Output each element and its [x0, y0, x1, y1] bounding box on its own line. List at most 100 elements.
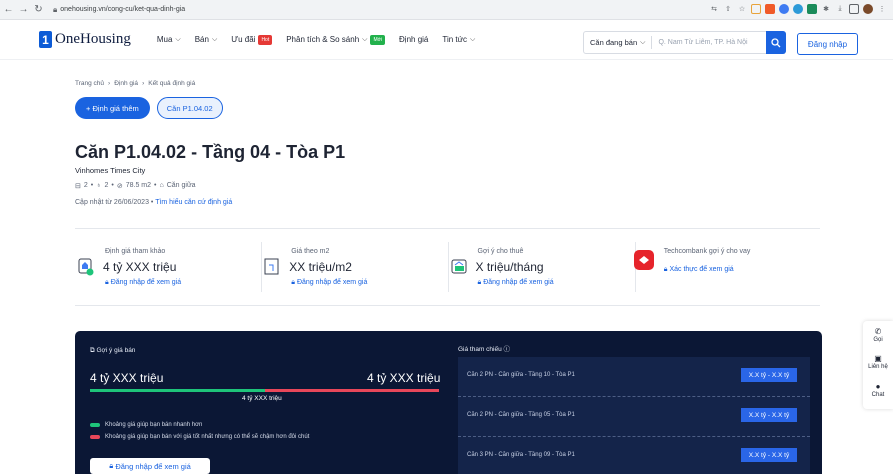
logo[interactable]: 1 OneHousing [39, 31, 131, 48]
area-icon: ⊘ [116, 183, 123, 190]
login-to-view-link[interactable]: 🔒︎ Đăng nhập để xem giá [291, 279, 367, 287]
breadcrumb: Trang chủ › Định giá › Kết quả định giá [75, 80, 195, 87]
reference-row[interactable]: Căn 3 PN - Căn giữa - Tầng 09 - Tòa P1 X… [458, 437, 810, 474]
bookmark-star-icon[interactable]: ☆ [737, 4, 747, 14]
red-legend-swatch [90, 435, 100, 439]
valuation-basis-link[interactable]: Tìm hiểu căn cứ định giá [155, 199, 232, 206]
updated-line: Cập nhật từ 26/06/2023 • Tìm hiểu căn cứ… [75, 199, 233, 206]
verify-to-view-link[interactable]: 🔒︎ Xác thực để xem giá [664, 266, 734, 274]
search-icon [771, 37, 781, 47]
login-button[interactable]: Đăng nhập [797, 33, 858, 55]
lock-icon[interactable]: 🔒︎ [53, 5, 57, 15]
breadcrumb-valuation[interactable]: Định giá [114, 80, 138, 87]
browser-toolbar: ← → ↻ 🔒︎ onehousing.vn/cong-cu/ket-qua-d… [0, 0, 893, 20]
reload-icon[interactable]: ↻ [32, 4, 45, 15]
fast-sale-range-bar [90, 389, 265, 392]
reference-title: Giá tham chiếu ⓘ [458, 346, 511, 353]
stat-price-per-m2: Giá theo m2 XX triệu/m2 🔒︎ Đăng nhập để … [261, 242, 447, 292]
price-low: 4 tỷ XXX triệu [90, 371, 164, 385]
back-icon[interactable]: ← [2, 4, 15, 15]
hot-badge: Hot [258, 34, 273, 45]
chat-button[interactable]: ● Chat [863, 382, 893, 398]
extension-icon[interactable] [751, 4, 761, 14]
extension-icon[interactable] [793, 4, 803, 14]
lock-icon: 🔒︎ [663, 266, 668, 273]
separator: • [90, 182, 94, 189]
profile-avatar[interactable] [863, 4, 873, 14]
breadcrumb-home[interactable]: Trang chủ [75, 80, 104, 87]
chevron-down-icon[interactable]: ⌵ [640, 39, 645, 47]
reference-row[interactable]: Căn 2 PN - Căn giữa - Tầng 05 - Tòa P1 X… [458, 397, 810, 437]
chevron-down-icon: ⌵ [470, 35, 476, 43]
share-icon[interactable]: ⇧ [723, 4, 733, 14]
reference-price-badge: X.X tỷ - X.X tỷ [741, 408, 797, 422]
valuation-stats: Định giá tham khảo 4 tỷ XXX triệu 🔒︎ Đăn… [75, 242, 820, 292]
login-to-view-link[interactable]: 🔒︎ Đăng nhập để xem giá [478, 279, 554, 287]
stat-loan-suggestion: Techcombank gợi ý cho vay 🔒︎ Xác thực để… [633, 242, 820, 292]
add-valuation-button[interactable]: + Định giá thêm [75, 97, 150, 119]
chevron-down-icon: ⌵ [362, 35, 368, 43]
nav-analysis[interactable]: Phân tích & So sánh ⌵ Mới [286, 34, 386, 45]
puzzle-icon[interactable]: ✱ [821, 4, 831, 14]
lock-icon: 🔒︎ [105, 279, 109, 286]
extensions-bar: ⇆ ⇧ ☆ ✱ ⤓ ⋮ [709, 4, 887, 14]
nav-sell[interactable]: Bán ⌵ [195, 35, 218, 44]
nav-news[interactable]: Tin tức ⌵ [442, 35, 475, 44]
nav-promotions[interactable]: Ưu đãi Hot [231, 34, 273, 45]
extension-icon[interactable] [807, 4, 817, 14]
extension-icon[interactable] [779, 4, 789, 14]
address-bar[interactable]: onehousing.vn/cong-cu/ket-qua-dinh-gia [60, 6, 185, 13]
call-button[interactable]: ✆ Gọi [863, 327, 893, 343]
page-title: Căn P1.04.02 - Tầng 04 - Tòa P1 [75, 142, 346, 162]
project-name: Vinhomes Times City [75, 166, 146, 175]
search-button[interactable] [766, 31, 786, 54]
separator: • [111, 182, 114, 189]
floating-contact-bar: ✆ Gọi ▣ Liên hệ ● Chat [863, 321, 893, 409]
updated-text: Cập nhật từ 26/06/2023 [75, 199, 149, 206]
house-check-icon [78, 258, 94, 276]
info-icon[interactable]: ⓘ [504, 346, 511, 353]
login-to-view-button[interactable]: 🔒︎ Đăng nhập để xem giá [90, 458, 210, 474]
bathrooms-value: 2 [104, 182, 109, 189]
reference-price-badge: X.X tỷ - X.X tỷ [741, 368, 797, 382]
best-price-range-bar [265, 389, 439, 392]
chat-icon: ● [875, 382, 881, 391]
forward-icon[interactable]: → [17, 4, 30, 15]
property-specs: ⊟ 2 • ♁ 2 • ⊘ 78.5 m2 • ⌂ Căn giữa [75, 182, 196, 190]
site-header: 1 OneHousing Mua ⌵ Bán ⌵ Ưu đãi Hot Phân tí… [0, 20, 893, 60]
lock-icon: 🔒︎ [477, 279, 482, 286]
reference-row[interactable]: Căn 2 PN - Căn giữa - Tầng 10 - Tòa P1 X… [458, 357, 810, 397]
search-bar: Căn đang bán ⌵ Q. Nam Từ Liêm, TP. Hà Nộ… [583, 31, 786, 54]
chevron-down-icon: ⌵ [211, 35, 218, 43]
main-nav: Mua ⌵ Bán ⌵ Ưu đãi Hot Phân tích & So sánh ⌵… [157, 34, 490, 45]
login-to-view-link[interactable]: 🔒︎ Đăng nhập để xem giá [105, 279, 181, 287]
price-tag-icon: ⧉ [90, 347, 95, 354]
sidepanel-icon[interactable] [849, 4, 859, 14]
reference-price-badge: X.X tỷ - X.X tỷ [741, 448, 797, 462]
stat-value: 4 tỷ XXX triệu [103, 260, 177, 274]
nav-buy[interactable]: Mua ⌵ [157, 35, 181, 44]
price-mid: 4 tỷ XXX triệu [242, 395, 282, 402]
more-icon[interactable]: ⋮ [877, 4, 887, 14]
price-suggestion-panel: ⧉ Gợi ý giá bán 4 tỷ XXX triệu 4 tỷ XXX … [75, 331, 822, 474]
download-icon[interactable]: ⤓ [835, 4, 845, 14]
separator: • [154, 182, 157, 189]
rent-icon [451, 259, 466, 274]
new-badge: Mới [370, 34, 386, 45]
divider [75, 305, 820, 306]
floorplan-icon [264, 258, 279, 275]
extension-icon[interactable] [765, 4, 775, 14]
lock-icon: 🔒︎ [109, 461, 114, 470]
stat-value: X triệu/tháng [475, 260, 544, 274]
unit-chip[interactable]: Căn P1.04.02 [156, 97, 223, 119]
search-category-select[interactable]: Căn đang bán [590, 38, 637, 47]
translate-icon[interactable]: ⇆ [709, 4, 719, 14]
stat-rent-suggestion: Gợi ý cho thuê X triệu/tháng 🔒︎ Đăng nhậ… [448, 242, 634, 292]
reference-list: Căn 2 PN - Căn giữa - Tầng 10 - Tòa P1 X… [458, 357, 810, 474]
contact-button[interactable]: ▣ Liên hệ [863, 354, 893, 370]
logo-icon: 1 [39, 31, 52, 48]
panel-title: ⧉ Gợi ý giá bán [90, 347, 136, 354]
nav-valuation[interactable]: Định giá [399, 35, 428, 44]
search-input[interactable]: Q. Nam Từ Liêm, TP. Hà Nội [658, 39, 758, 46]
stat-value: XX triệu/m2 [289, 260, 352, 274]
